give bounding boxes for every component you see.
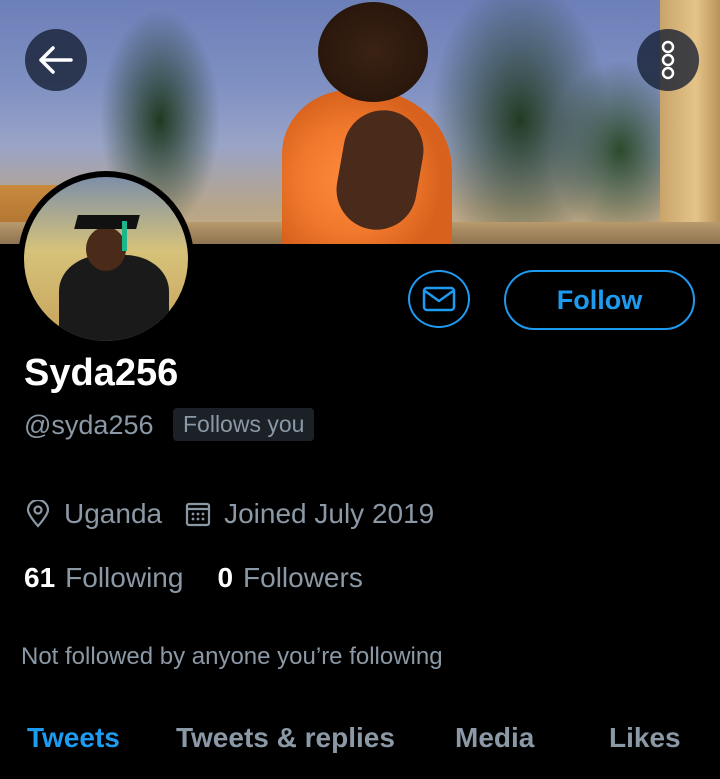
tab-likes[interactable]: Likes (609, 722, 681, 754)
profile-meta: Uganda Joined July 2019 (24, 498, 434, 530)
location-text: Uganda (64, 498, 163, 529)
back-button[interactable] (25, 29, 87, 91)
follow-counts: 61 Following 0 Followers (24, 562, 363, 594)
joined-date: Joined July 2019 (224, 498, 435, 529)
followers-label: Followers (243, 562, 363, 593)
follow-button[interactable]: Follow (504, 270, 695, 330)
user-handle: @syda256 (24, 410, 154, 440)
more-options-button[interactable] (637, 29, 699, 91)
following-label: Following (65, 562, 184, 593)
banner-person-head (318, 2, 428, 102)
mutual-followers-note: Not followed by anyone you’re following (21, 643, 443, 670)
more-vertical-icon (661, 40, 675, 80)
tab-tweets-replies[interactable]: Tweets & replies (176, 722, 395, 754)
profile-tabs: Tweets Tweets & replies Media Likes (0, 718, 720, 779)
avatar-tassel (122, 221, 127, 251)
location-pin-icon (24, 500, 52, 528)
avatar-face (86, 227, 126, 271)
followers-count: 0 (217, 562, 234, 593)
display-name: Syda256 (24, 352, 179, 394)
arrow-left-icon (39, 46, 73, 74)
envelope-icon (422, 286, 456, 312)
following-link[interactable]: 61 Following (24, 562, 183, 594)
following-count: 61 (24, 562, 56, 593)
tab-tweets[interactable]: Tweets (27, 722, 120, 754)
avatar-cap (74, 215, 140, 229)
follows-you-badge: Follows you (173, 408, 315, 441)
avatar-image (24, 177, 188, 341)
message-button[interactable] (408, 270, 470, 328)
followers-link[interactable]: 0 Followers (217, 562, 362, 594)
tab-media[interactable]: Media (455, 722, 534, 754)
avatar[interactable] (18, 171, 194, 347)
calendar-icon (184, 500, 212, 528)
